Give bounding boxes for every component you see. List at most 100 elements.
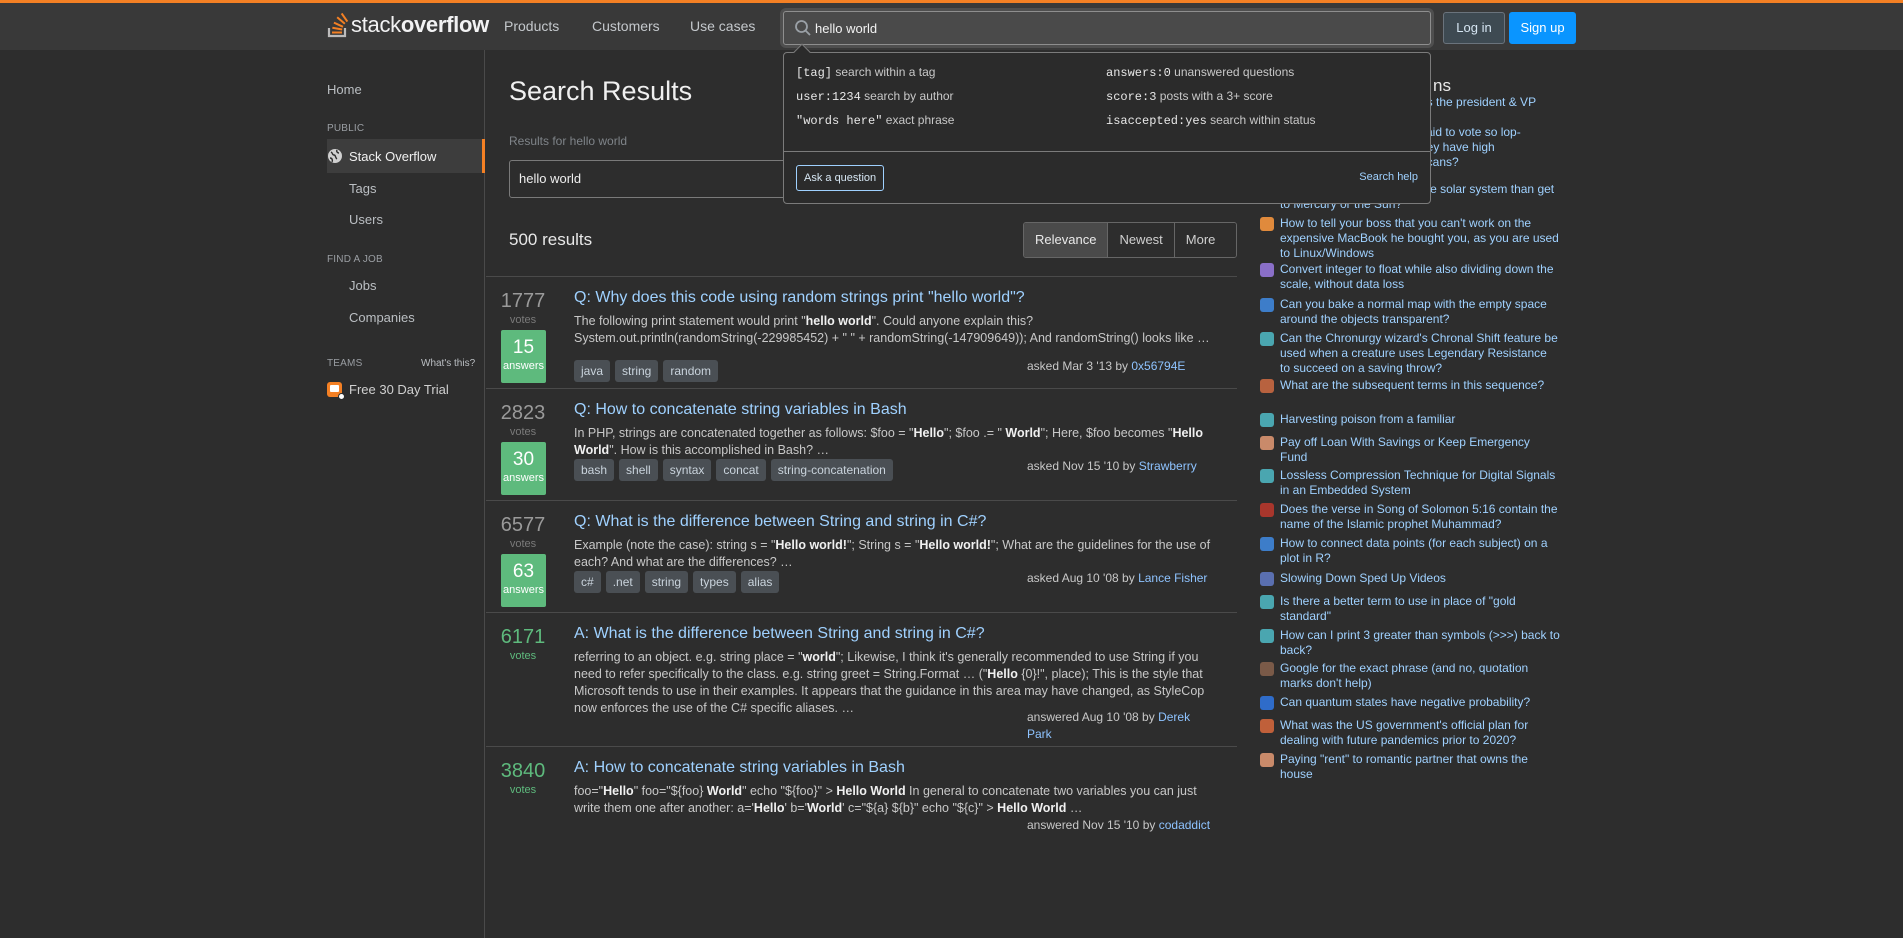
- hnq-item-text: Harvesting poison from a familiar: [1280, 412, 1456, 426]
- dsp-icon: [1260, 469, 1274, 483]
- answer-count: 30: [512, 449, 535, 470]
- blender-icon: [1260, 298, 1274, 312]
- search-result: 1777 votes 15 answers Q: Why does this c…: [486, 276, 1237, 388]
- money-icon: [1260, 753, 1274, 767]
- answer-count-badge: 30 answers: [501, 442, 546, 495]
- signup-button[interactable]: Sign up: [1509, 12, 1576, 44]
- hnq-item-text: Does the verse in Song of Solomon 5:16 c…: [1280, 502, 1558, 531]
- author-link[interactable]: codaddict: [1159, 818, 1210, 832]
- result-title-link[interactable]: A: How to concatenate string variables i…: [574, 759, 905, 777]
- login-button[interactable]: Log in: [1443, 12, 1505, 44]
- sort-relevance-button[interactable]: Relevance: [1024, 223, 1108, 257]
- result-title-link[interactable]: Q: What is the difference between String…: [574, 513, 986, 531]
- sidebar-item-home[interactable]: Home: [327, 82, 362, 97]
- main-search-input[interactable]: hello world: [509, 160, 809, 198]
- sort-newest-button[interactable]: Newest: [1107, 223, 1174, 257]
- hnq-item-text: Paying "rent" to romantic partner that o…: [1280, 752, 1528, 781]
- result-excerpt: foo="Hello" foo="${foo} World" echo "${f…: [574, 784, 1197, 815]
- sort-button-group: Relevance Newest More: [1023, 222, 1237, 258]
- vote-label: votes: [509, 426, 537, 438]
- vote-label: votes: [509, 784, 537, 796]
- tag-random[interactable]: random: [663, 360, 719, 382]
- vote-label: votes: [509, 650, 537, 662]
- search-result: 2823 votes 30 answers Q: How to concaten…: [486, 388, 1237, 500]
- author-link[interactable]: 0x56794E: [1131, 359, 1185, 373]
- result-meta: asked Nov 15 '10 by Strawberry: [1027, 459, 1197, 473]
- tag-string[interactable]: string: [615, 360, 659, 382]
- tag-bash[interactable]: bash: [574, 459, 615, 481]
- answer-label: answers: [503, 360, 544, 372]
- sort-more-button[interactable]: More: [1173, 223, 1236, 257]
- hint-exact-phrase: "words here" exact phrase: [796, 113, 955, 128]
- sidebar-heading-teams: TEAMS: [327, 358, 363, 369]
- stackoverflow-logo[interactable]: stack overflow: [327, 7, 489, 43]
- result-excerpt: In PHP, strings are concatenated togethe…: [574, 426, 1203, 457]
- tag-dotnet[interactable]: .net: [605, 571, 640, 593]
- sort-more-label: More: [1185, 232, 1216, 247]
- vote-count: 2823: [500, 402, 546, 424]
- search-hints-popover: [tag] search within a tag answers:0 unan…: [783, 43, 1431, 204]
- result-meta: answered Aug 10 '08 by Derek Park: [1027, 710, 1191, 741]
- puzzling-icon: [1260, 379, 1274, 393]
- answer-label: answers: [503, 584, 544, 596]
- video-icon: [1260, 572, 1274, 586]
- hint-score: score:3 posts with a 3+ score: [1106, 89, 1273, 104]
- author-link[interactable]: Strawberry: [1139, 459, 1197, 473]
- answer-count-badge: 15 answers: [501, 330, 546, 383]
- tag-string[interactable]: string: [644, 571, 689, 593]
- results-count: 500 results: [509, 230, 593, 249]
- result-title-link[interactable]: Q: Why does this code using random strin…: [574, 289, 1025, 307]
- answer-count: 15: [512, 337, 535, 358]
- hnq-item-text: said to vote so lop- hey have high rican…: [1420, 125, 1521, 169]
- vote-count: 6171: [500, 626, 546, 648]
- tag-types[interactable]: types: [693, 571, 736, 593]
- search-help-link[interactable]: Search help: [1359, 171, 1418, 183]
- hnq-item-text: How can I print 3 greater than symbols (…: [1280, 628, 1560, 657]
- search-result: 3840 votes A: How to concatenate string …: [486, 746, 1237, 938]
- codegolf-icon: [1260, 263, 1274, 277]
- rpg-icon: [1260, 332, 1274, 346]
- tag-list: c# .net string types alias: [574, 571, 780, 593]
- stack-logo-icon: [327, 12, 349, 38]
- sidebar-item-free-trial[interactable]: Free 30 Day Trial: [327, 382, 449, 400]
- result-title-link[interactable]: A: What is the difference between String…: [574, 625, 985, 643]
- author-link[interactable]: Lance Fisher: [1138, 571, 1207, 585]
- left-sidebar: Home PUBLIC Stack Overflow Tags Users FI…: [327, 50, 485, 938]
- sidebar-item-stackoverflow[interactable]: Stack Overflow: [327, 148, 436, 164]
- nav-use-cases[interactable]: Use cases: [690, 18, 755, 34]
- tag-shell[interactable]: shell: [619, 459, 658, 481]
- result-title-link[interactable]: Q: How to concatenate string variables i…: [574, 401, 907, 419]
- tag-syntax[interactable]: syntax: [662, 459, 712, 481]
- ask-question-button[interactable]: Ask a question: [796, 165, 885, 191]
- nav-customers[interactable]: Customers: [592, 18, 660, 34]
- teams-briefcase-icon: [327, 382, 345, 400]
- result-excerpt: Example (note the case): string s = "Hel…: [574, 538, 1211, 569]
- sidebar-item-companies[interactable]: Companies: [349, 310, 415, 325]
- whats-this-link[interactable]: What's this?: [421, 358, 475, 369]
- hint-accepted: isaccepted:yes search within status: [1106, 113, 1316, 128]
- hnq-item-text: Can quantum states have negative probabi…: [1280, 695, 1531, 709]
- tag-concat[interactable]: concat: [716, 459, 766, 481]
- islam-icon: [1260, 503, 1274, 517]
- result-meta: answered Nov 15 '10 by codaddict: [1027, 818, 1211, 832]
- search-input[interactable]: [815, 12, 1415, 44]
- tag-csharp[interactable]: c#: [574, 571, 601, 593]
- sidebar-item-users[interactable]: Users: [349, 212, 383, 227]
- tag-alias[interactable]: alias: [740, 571, 780, 593]
- free-trial-label: Free 30 Day Trial: [349, 382, 449, 397]
- workplace-icon: [1260, 217, 1274, 231]
- tag-java[interactable]: java: [574, 360, 611, 382]
- tag-string-concatenation[interactable]: string-concatenation: [770, 459, 893, 481]
- money-icon: [1260, 436, 1274, 450]
- sidebar-item-tags[interactable]: Tags: [349, 181, 376, 196]
- tex-icon: [1260, 629, 1274, 643]
- nav-products[interactable]: Products: [504, 18, 559, 34]
- rpg-icon: [1260, 413, 1274, 427]
- hnq-item-text: Google for the exact phrase (and no, quo…: [1280, 661, 1529, 690]
- tag-list: java string random: [574, 360, 719, 382]
- webapps-icon: [1260, 662, 1274, 676]
- result-excerpt: referring to an object. e.g. string plac…: [574, 650, 1205, 715]
- sidebar-item-jobs[interactable]: Jobs: [349, 278, 376, 293]
- top-bar: stack overflow Products Customers Use cas…: [0, 0, 1903, 50]
- ell-icon: [1260, 595, 1274, 609]
